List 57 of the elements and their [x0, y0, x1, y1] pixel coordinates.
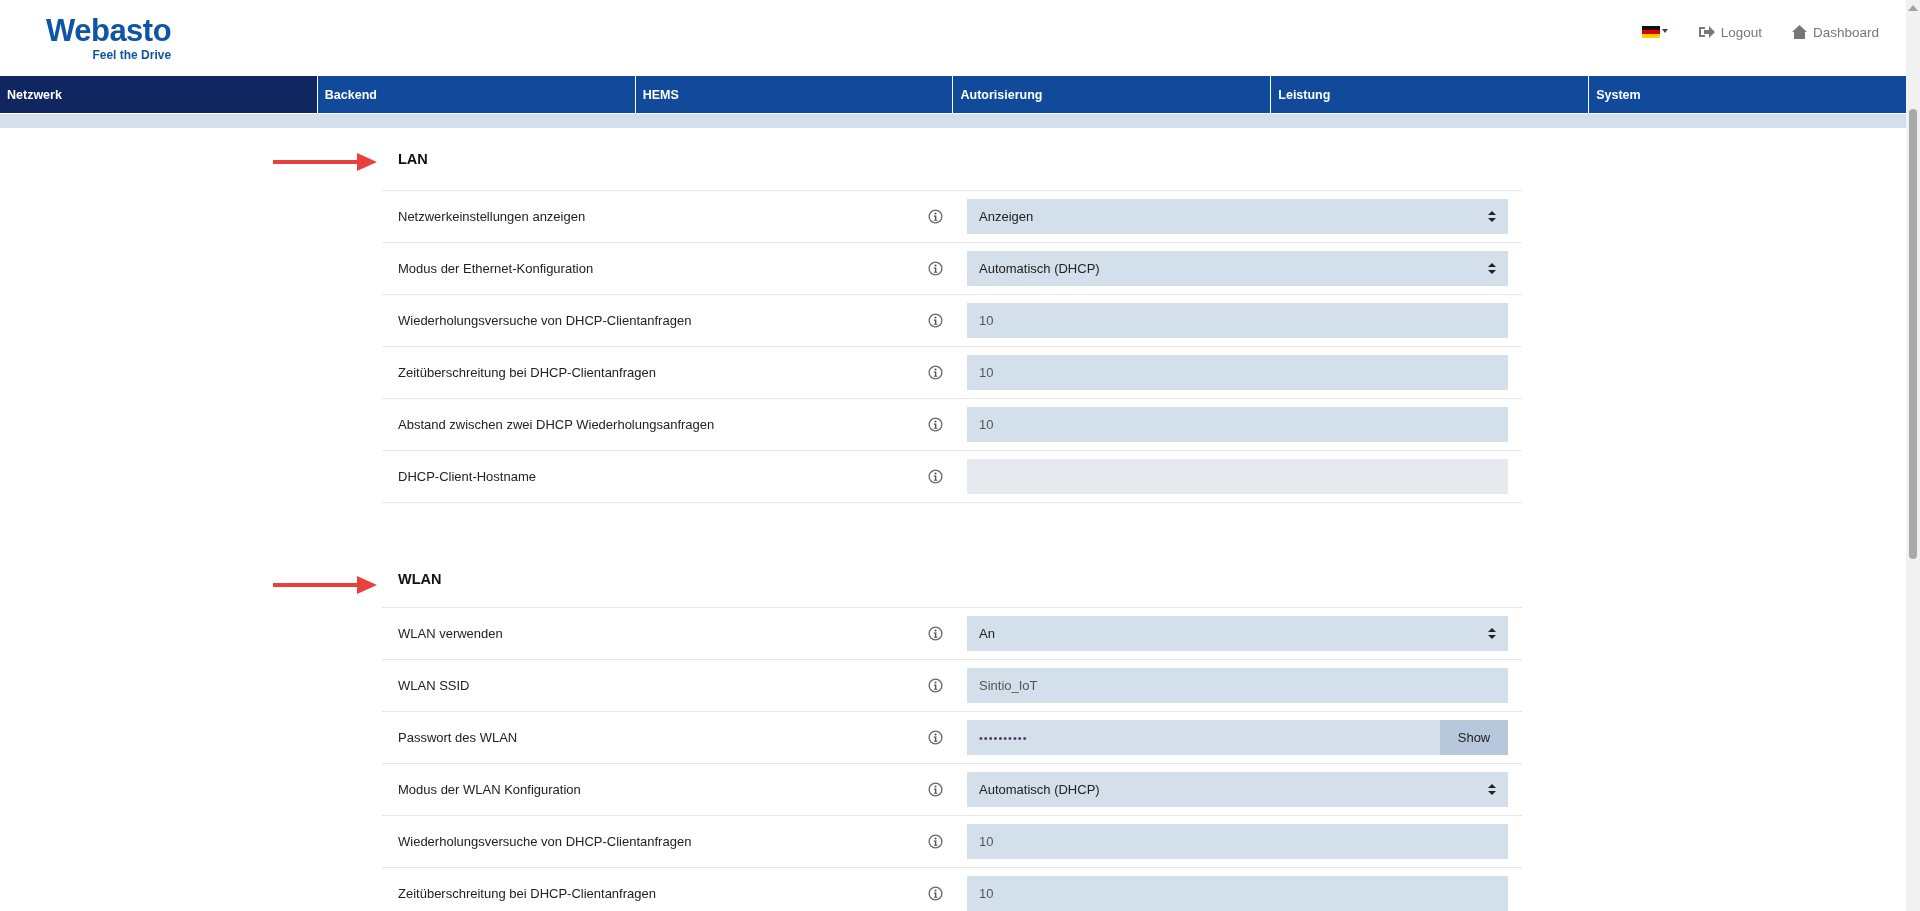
sort-arrows-icon — [1488, 211, 1496, 222]
setting-label: Abstand zwischen zwei DHCP Wiederholungsanfragen — [397, 417, 716, 432]
info-icon[interactable] — [928, 886, 943, 901]
show-button[interactable]: Show — [1440, 720, 1508, 755]
info-icon[interactable] — [928, 365, 943, 380]
password-field[interactable]: •••••••••• — [967, 720, 1440, 755]
info-icon[interactable] — [928, 469, 943, 484]
sort-arrows-icon — [1488, 263, 1496, 274]
logout-icon — [1697, 25, 1715, 39]
setting-label: Zeitüberschreitung bei DHCP-Clientanfragen — [397, 365, 657, 380]
setting-label: WLAN verwenden — [397, 626, 504, 641]
input-field[interactable]: 10 — [967, 407, 1508, 442]
nav-tab[interactable]: HEMS — [635, 76, 954, 113]
nav-tab[interactable]: Backend — [317, 76, 636, 113]
nav-tab[interactable]: System — [1589, 76, 1906, 113]
arrow-icon — [271, 574, 379, 596]
scrollbar[interactable] — [1906, 0, 1920, 911]
info-icon[interactable] — [928, 626, 943, 641]
info-icon[interactable] — [928, 678, 943, 693]
input-field[interactable]: 10 — [967, 355, 1508, 390]
nav-tab[interactable]: Netzwerk — [0, 76, 318, 113]
logo[interactable]: Webasto Feel the Drive — [46, 15, 172, 63]
nav-tab[interactable]: Autorisierung — [953, 76, 1272, 113]
setting-label: Wiederholungsversuche von DHCP-Clientanfragen — [397, 313, 693, 328]
input-field[interactable]: 10 — [967, 824, 1508, 859]
setting-label: Zeitüberschreitung bei DHCP-Clientanfragen — [397, 886, 657, 901]
input-field[interactable]: 10 — [967, 303, 1508, 338]
setting-label: Modus der Ethernet-Konfiguration — [397, 261, 595, 276]
setting-label: Modus der WLAN Konfiguration — [397, 782, 582, 797]
sort-arrows-icon — [1488, 784, 1496, 795]
info-icon[interactable] — [928, 313, 943, 328]
info-icon[interactable] — [928, 417, 943, 432]
home-icon — [1791, 25, 1807, 39]
select-field[interactable]: Anzeigen — [967, 199, 1508, 234]
info-icon[interactable] — [928, 209, 943, 224]
info-icon[interactable] — [928, 834, 943, 849]
setting-label: Passwort des WLAN — [397, 730, 519, 745]
info-icon[interactable] — [928, 782, 943, 797]
info-icon[interactable] — [928, 730, 943, 745]
arrow-icon — [271, 151, 379, 173]
info-icon[interactable] — [928, 261, 943, 276]
logout-link[interactable]: Logout — [1697, 24, 1762, 40]
select-field[interactable]: Automatisch (DHCP) — [967, 251, 1508, 286]
setting-label: Wiederholungsversuche von DHCP-Clientanfragen — [397, 834, 693, 849]
input-field[interactable]: 10 — [967, 876, 1508, 911]
sort-arrows-icon — [1488, 628, 1496, 639]
section-title: LAN — [398, 151, 428, 167]
select-field[interactable]: Automatisch (DHCP) — [967, 772, 1508, 807]
nav-tab[interactable]: Leistung — [1271, 76, 1590, 113]
dashboard-link[interactable]: Dashboard — [1791, 24, 1879, 40]
input-field[interactable]: Sintio_IoT — [967, 668, 1508, 703]
select-field[interactable]: An — [967, 616, 1508, 651]
section-title: WLAN — [398, 571, 442, 587]
flag-icon[interactable] — [1641, 26, 1668, 38]
setting-label: DHCP-Client-Hostname — [397, 469, 537, 484]
setting-label: WLAN SSID — [397, 678, 471, 693]
setting-label: Netzwerkeinstellungen anzeigen — [397, 209, 587, 224]
